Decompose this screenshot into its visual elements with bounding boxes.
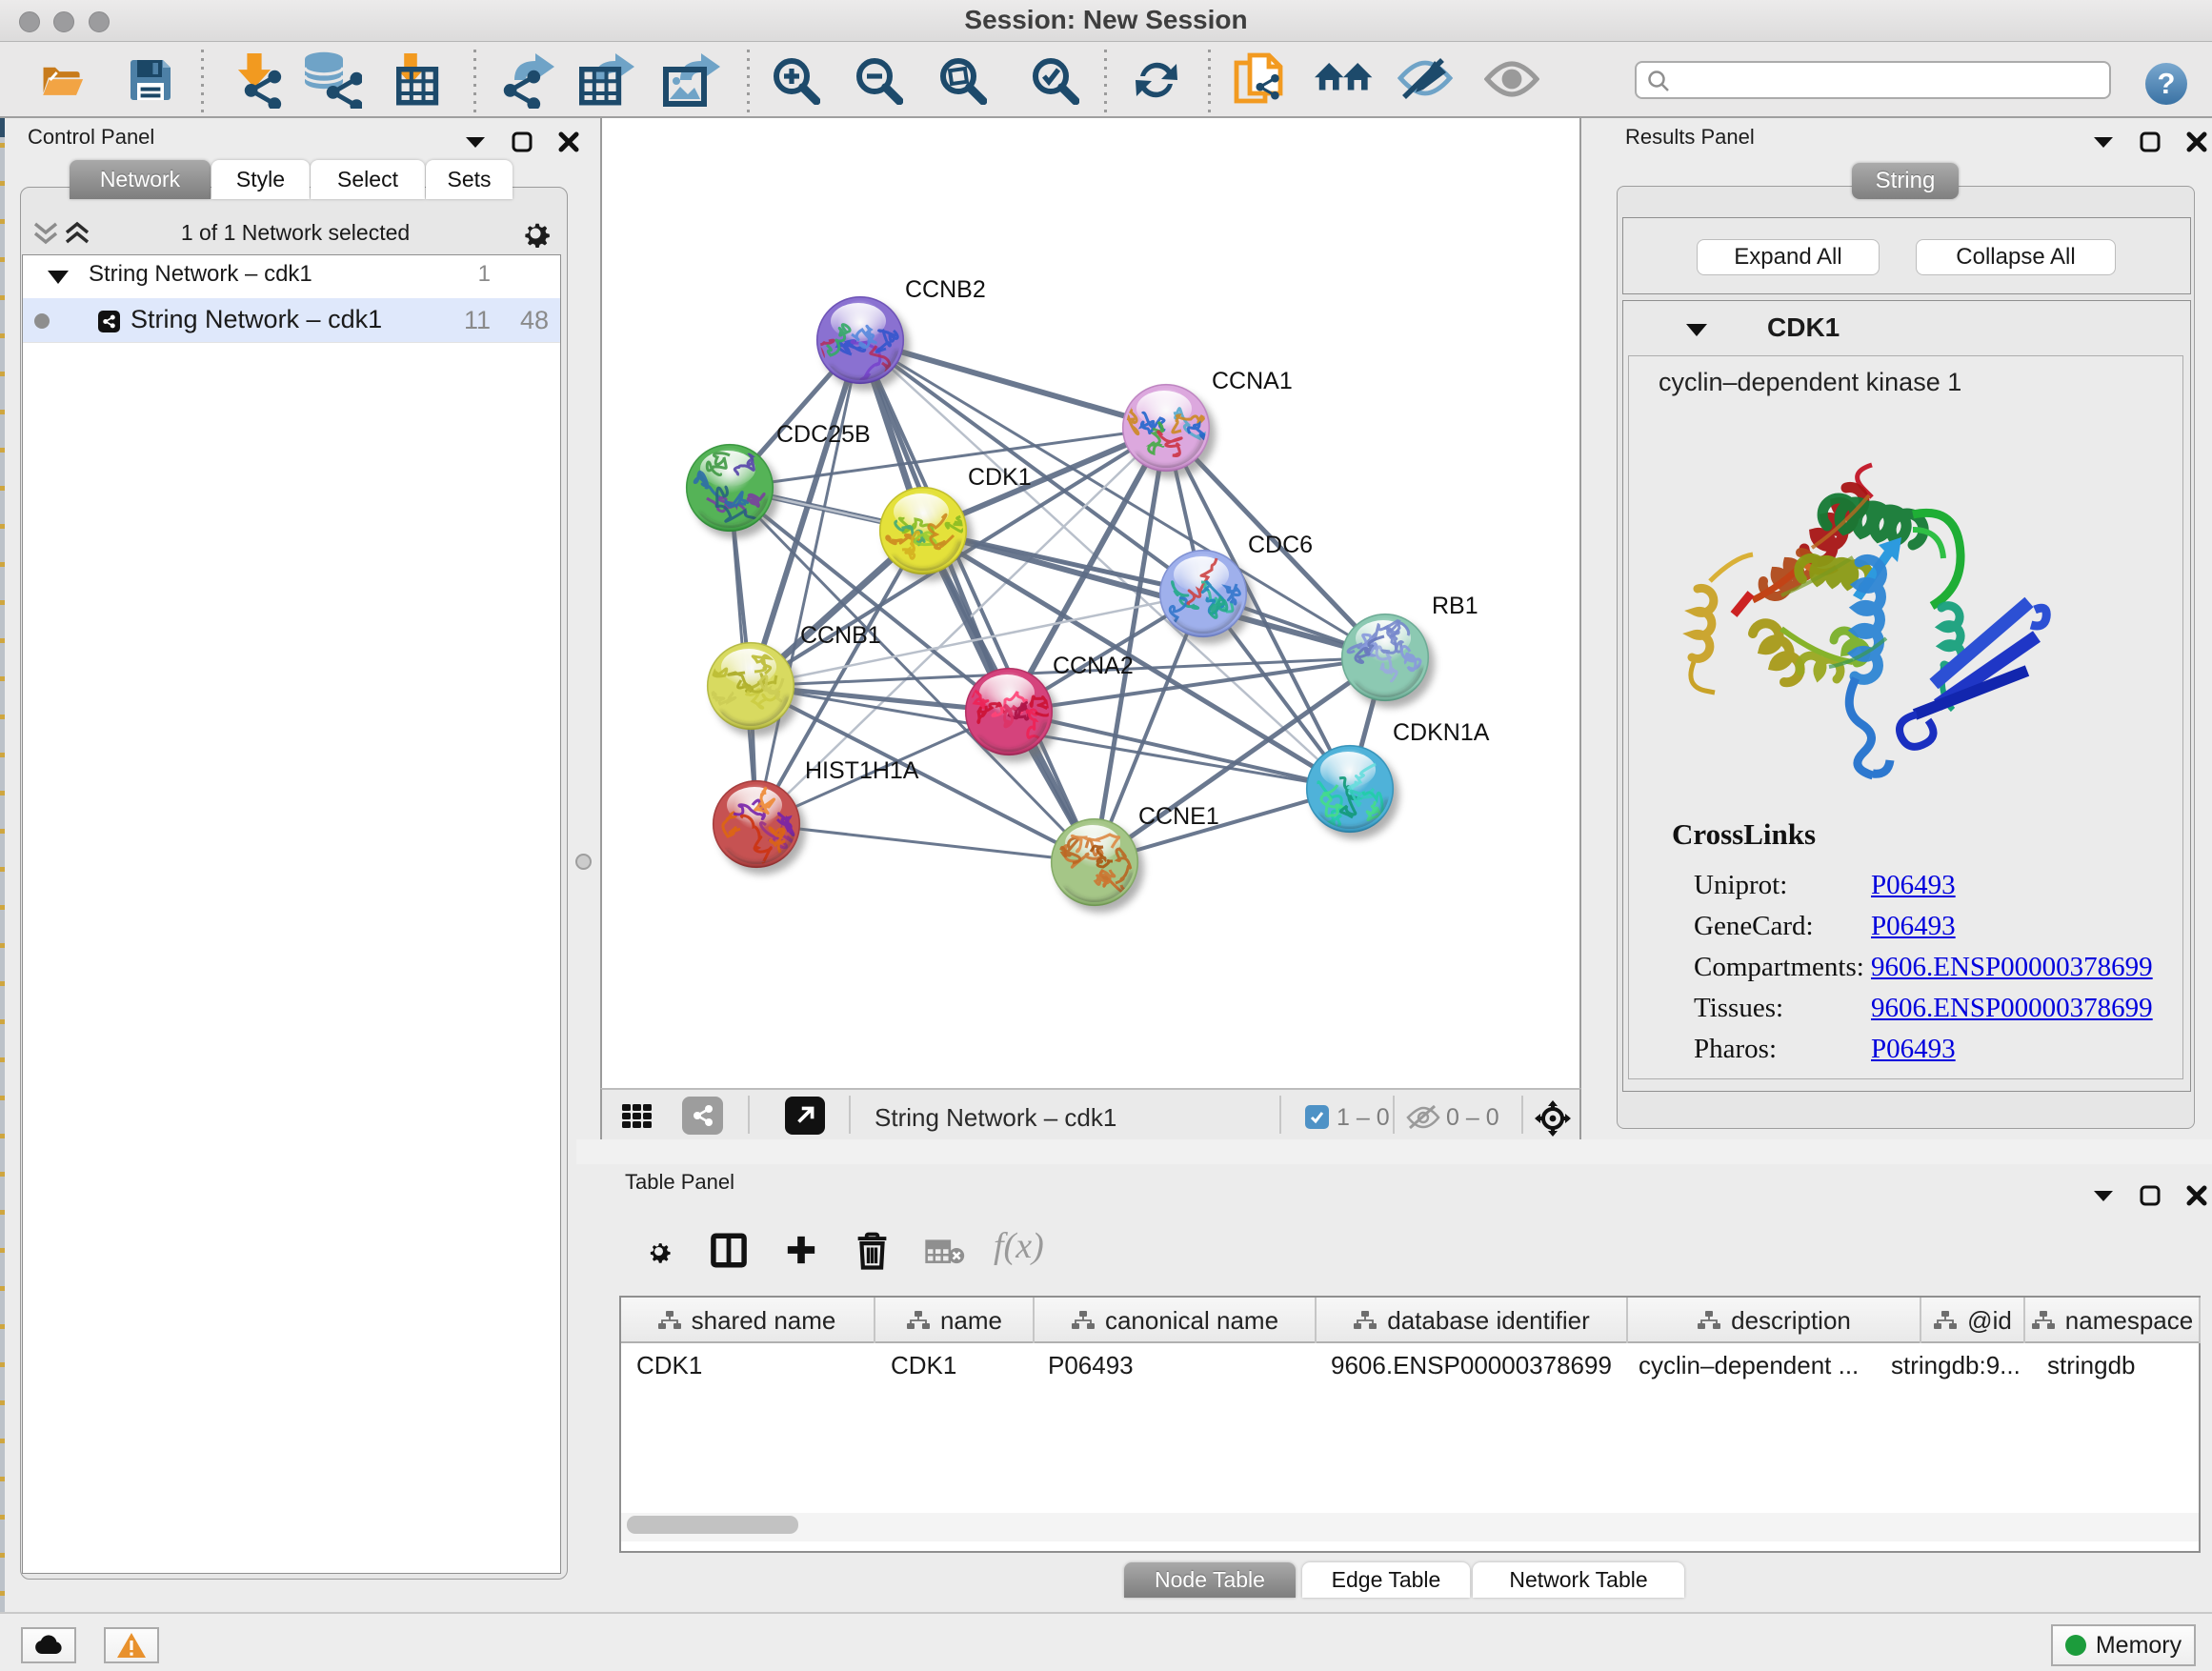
svg-text:CCNA1: CCNA1: [1212, 368, 1293, 394]
svg-text:RB1: RB1: [1432, 593, 1478, 619]
svg-text:CDKN1A: CDKN1A: [1393, 719, 1490, 746]
svg-text:CCNB1: CCNB1: [800, 622, 881, 649]
svg-text:CDK1: CDK1: [968, 464, 1032, 491]
svg-text:HIST1H1A: HIST1H1A: [805, 757, 919, 784]
svg-text:CDC25B: CDC25B: [776, 421, 871, 448]
svg-text:CCNB2: CCNB2: [905, 276, 986, 303]
svg-text:CCNE1: CCNE1: [1138, 803, 1219, 830]
svg-text:CDC6: CDC6: [1248, 532, 1313, 558]
svg-text:CCNA2: CCNA2: [1053, 653, 1134, 679]
